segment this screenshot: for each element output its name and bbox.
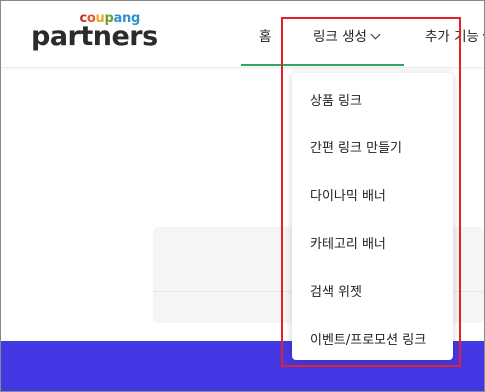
partners-logo-text: partners [31,21,158,52]
nav-home[interactable]: 홈 [259,25,271,45]
nav-home-label: 홈 [259,29,272,45]
page: coupang partners 홈 링크 생성 추가 기능 상품 링크 간편 … [0,0,485,392]
partners-logo[interactable]: coupang partners [31,11,158,59]
red-highlight-annotation [281,17,461,367]
